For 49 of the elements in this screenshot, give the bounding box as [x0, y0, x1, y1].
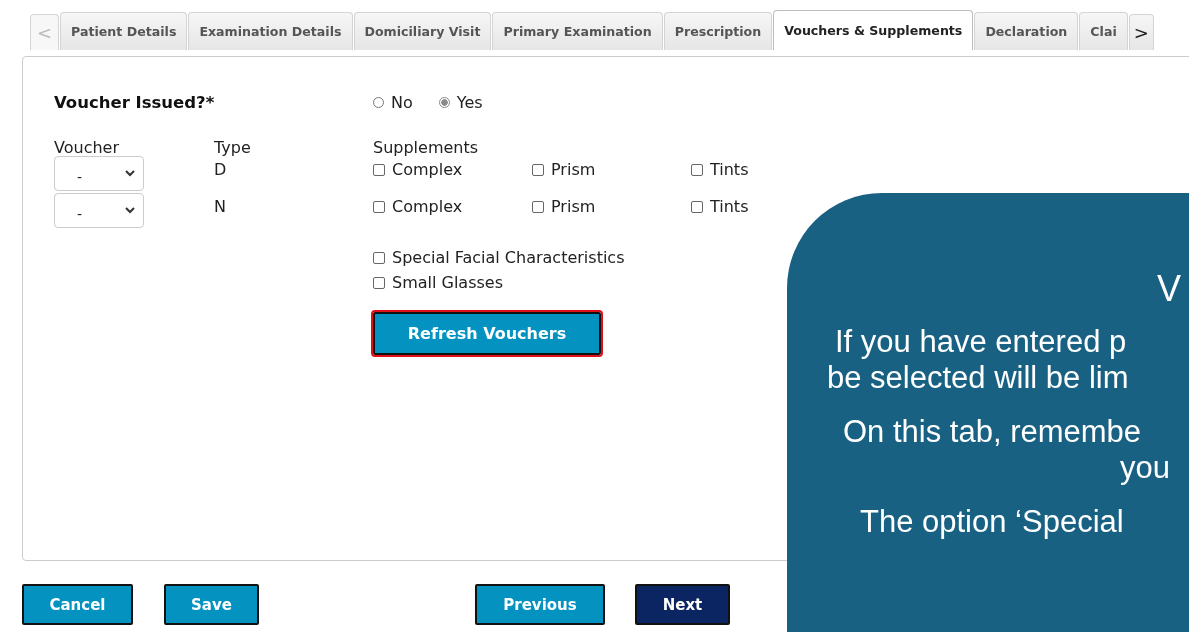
callout-text: On this tab, remembe — [842, 413, 1143, 450]
checkbox[interactable] — [373, 276, 385, 289]
checkbox[interactable] — [691, 163, 703, 176]
next-tab-button[interactable]: > — [1128, 14, 1154, 50]
callout-text: If you have entered p — [834, 323, 1128, 360]
type-value: N — [214, 197, 227, 216]
tab[interactable]: Examination Details — [188, 12, 353, 50]
checkbox-option[interactable]: Special Facial Characteristics — [373, 248, 625, 267]
footer-button[interactable]: Previous — [475, 584, 605, 625]
column-header: Supplements — [373, 138, 480, 159]
radio-button[interactable] — [438, 97, 450, 108]
checkbox[interactable] — [373, 251, 385, 264]
checkbox-option[interactable]: Complex — [373, 197, 463, 216]
callout-text: be selected will be lim — [826, 360, 1130, 396]
tab[interactable]: Primary Examination — [492, 12, 663, 50]
callout-text: you — [1119, 450, 1171, 486]
chevron-down-icon — [125, 207, 135, 214]
footer-button[interactable]: Next — [635, 584, 730, 625]
checkbox-option[interactable]: Small Glasses — [373, 273, 504, 292]
checkbox[interactable] — [532, 163, 544, 176]
refresh-vouchers-button[interactable]: Refresh Vouchers — [373, 312, 601, 355]
callout-text: The option ‘Special — [859, 503, 1125, 540]
tab[interactable]: Declaration — [974, 12, 1079, 50]
tab[interactable]: Clai — [1079, 12, 1128, 50]
chevron-down-icon — [125, 170, 135, 177]
checkbox[interactable] — [373, 163, 385, 176]
voucher-select[interactable]: - — [54, 193, 144, 228]
radio-option[interactable]: No — [373, 93, 413, 112]
callout-heading: V — [1156, 267, 1182, 306]
type-value: D — [214, 160, 228, 179]
checkbox[interactable] — [691, 200, 703, 213]
checkbox[interactable] — [532, 200, 544, 213]
footer-button[interactable]: Save — [164, 584, 259, 625]
checkbox-option[interactable]: Tints — [691, 197, 749, 216]
checkbox[interactable] — [373, 200, 385, 213]
tab[interactable]: Domiciliary Visit — [353, 12, 492, 50]
tab[interactable]: Vouchers & Supplements — [773, 10, 974, 50]
tab[interactable]: Prescription — [663, 12, 773, 50]
radio-option[interactable]: Yes — [438, 93, 483, 112]
column-header: Type — [214, 138, 252, 159]
footer-button[interactable]: Cancel — [22, 584, 133, 625]
field-label: Voucher Issued?* — [54, 93, 216, 114]
checkbox-option[interactable]: Prism — [532, 160, 596, 179]
voucher-select[interactable]: - — [54, 156, 144, 191]
checkbox-option[interactable]: Prism — [532, 197, 596, 216]
checkbox-option[interactable]: Complex — [373, 160, 463, 179]
tab[interactable]: Patient Details — [60, 12, 188, 50]
checkbox-option[interactable]: Tints — [691, 160, 749, 179]
column-header: Voucher — [54, 138, 120, 159]
